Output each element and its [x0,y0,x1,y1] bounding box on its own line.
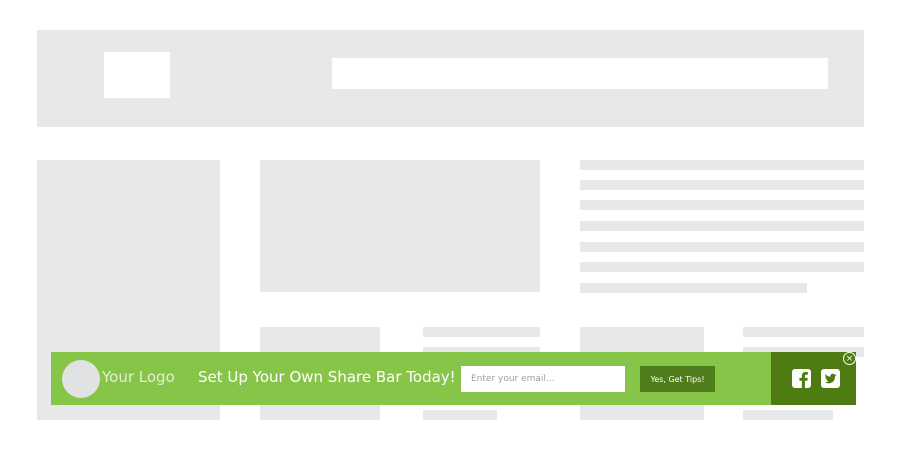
text-line-placeholder [580,242,864,252]
text-line-placeholder [580,221,864,231]
text-line-placeholder [743,410,833,420]
logo-text: Your Logo [102,368,175,386]
text-line-placeholder [743,327,864,337]
close-button[interactable]: × [843,352,856,365]
share-bar-headline: Set Up Your Own Share Bar Today! [198,368,456,386]
text-line-placeholder [580,283,807,293]
text-line-placeholder [423,327,540,337]
text-line-placeholder [580,180,864,190]
text-line-placeholder [580,262,864,272]
search-bar-placeholder [332,58,828,89]
twitter-icon[interactable] [821,369,840,388]
text-line-placeholder [580,200,864,210]
facebook-icon[interactable] [792,369,811,388]
hero-image-placeholder [260,160,540,292]
text-line-placeholder [423,410,497,420]
email-input[interactable] [461,366,625,392]
get-tips-button[interactable]: Yes, Get Tips! [640,366,715,392]
logo-circle [62,360,100,398]
text-line-placeholder [580,160,864,170]
share-bar: Your Logo Set Up Your Own Share Bar Toda… [51,352,856,405]
logo-placeholder [104,52,170,98]
